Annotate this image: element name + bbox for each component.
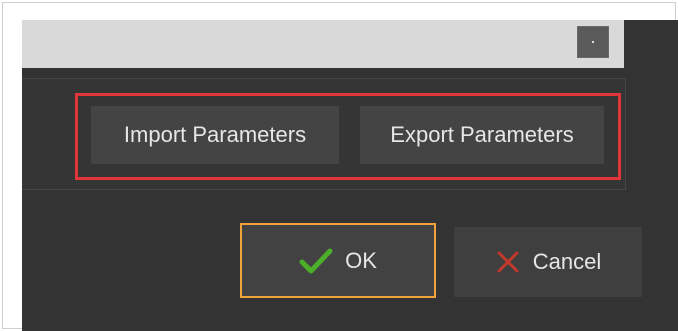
cancel-button[interactable]: Cancel <box>454 227 642 297</box>
ok-button[interactable]: OK <box>240 223 436 298</box>
cancel-label: Cancel <box>532 249 602 274</box>
dialog-body: Import Parameters Export Parameters OK C… <box>22 20 678 331</box>
close-icon <box>495 249 521 275</box>
import-parameters-label: Import Parameters <box>123 122 307 147</box>
scroll-button[interactable] <box>577 26 609 58</box>
export-parameters-label: Export Parameters <box>390 122 574 147</box>
scroll-button-icon <box>592 41 594 43</box>
import-parameters-button[interactable]: Import Parameters <box>91 106 339 164</box>
export-parameters-button[interactable]: Export Parameters <box>360 106 604 164</box>
ok-label: OK <box>345 247 377 273</box>
parameter-field[interactable] <box>22 20 624 68</box>
checkmark-icon <box>299 247 333 275</box>
